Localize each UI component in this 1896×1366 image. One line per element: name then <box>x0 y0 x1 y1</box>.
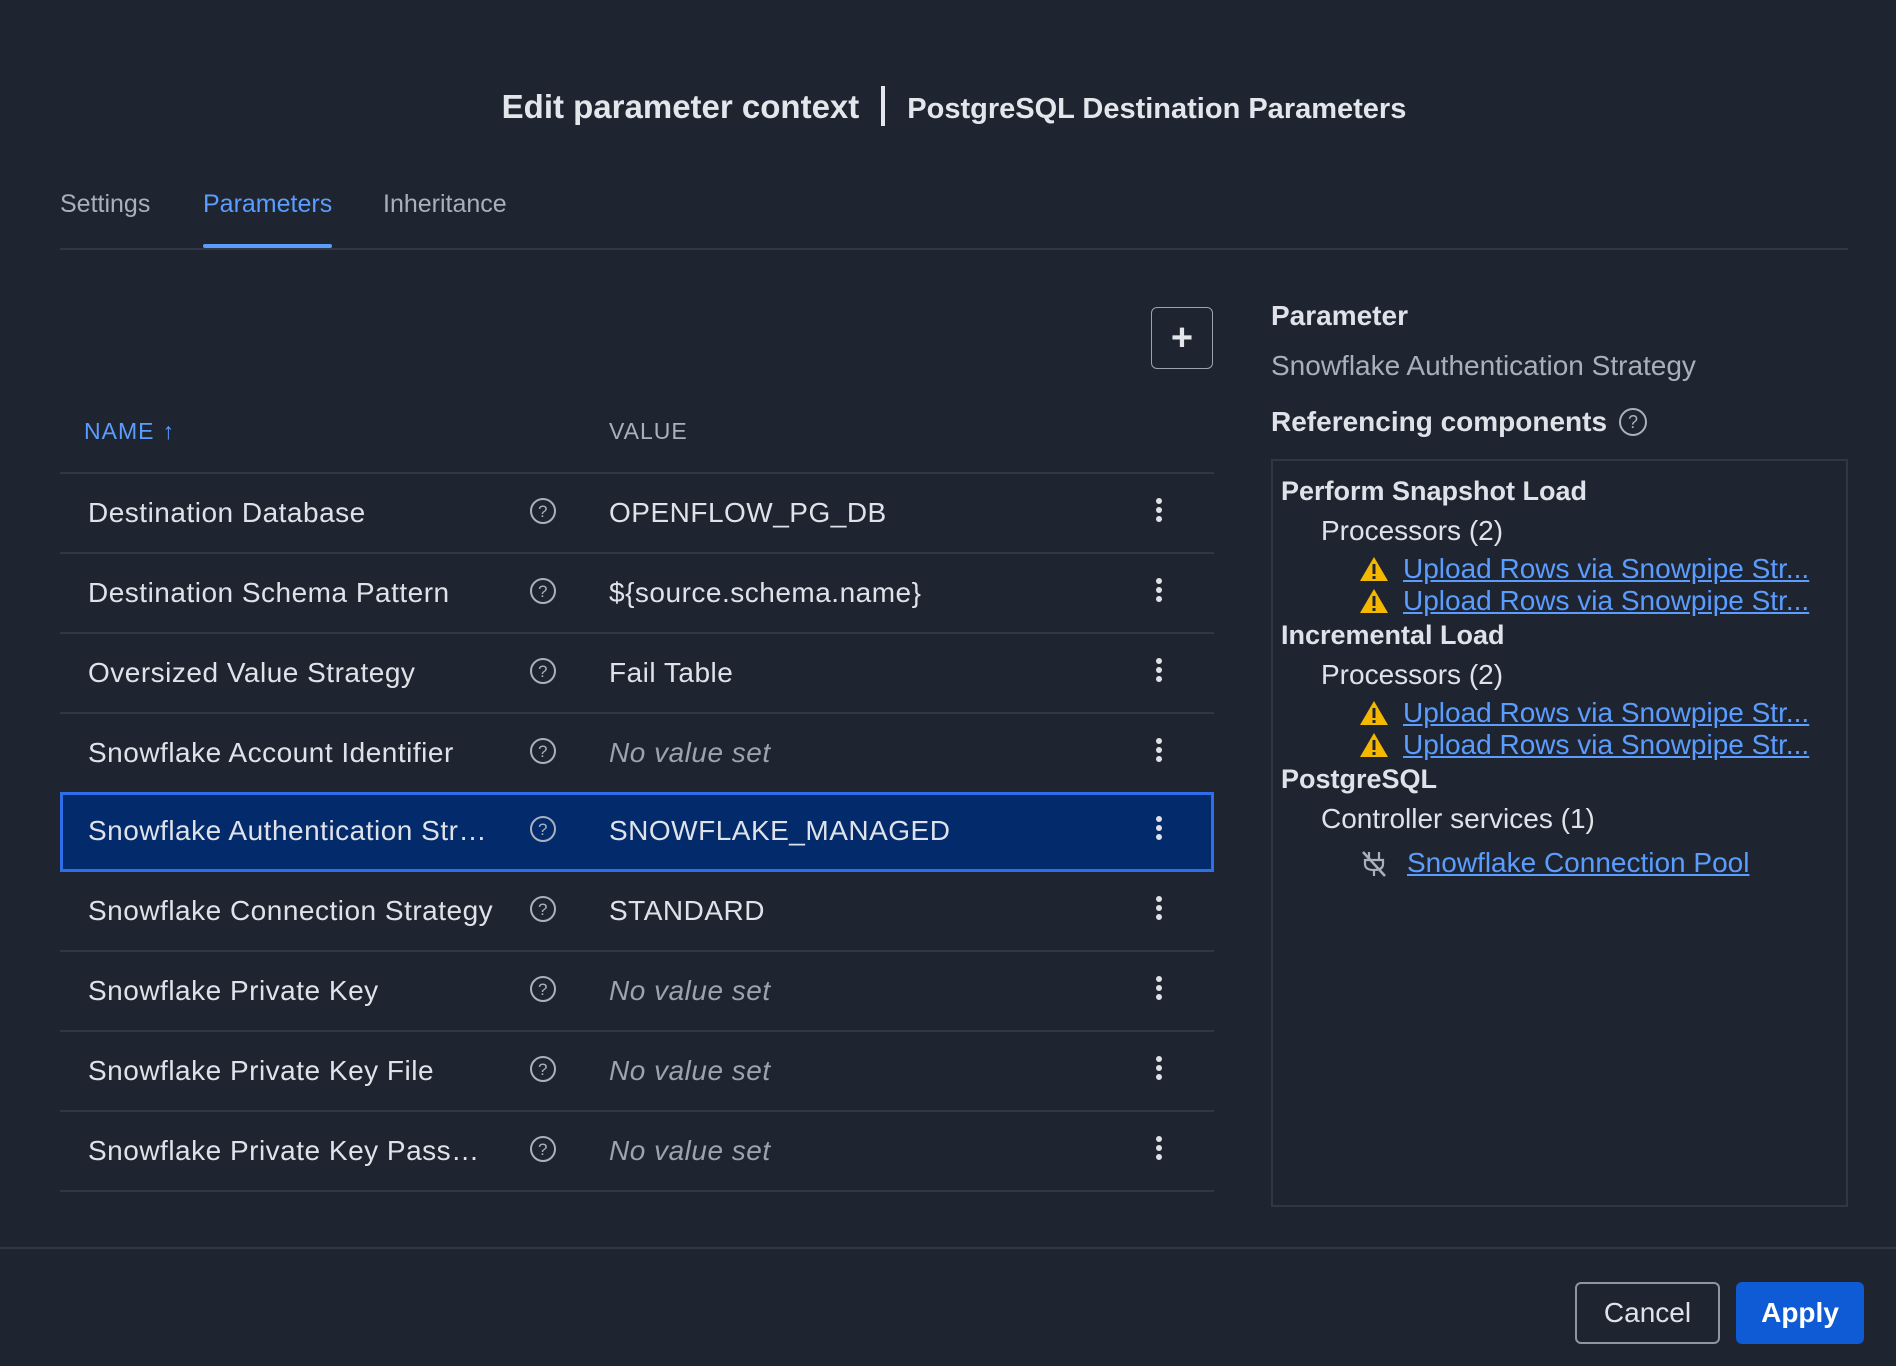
parameter-value-cell: No value set <box>609 1055 771 1086</box>
component-group-name: Perform Snapshot Load <box>1281 476 1588 506</box>
more-options-icon[interactable] <box>1152 894 1166 926</box>
parameter-value-cell: No value set <box>609 975 771 1006</box>
referencing-component-item: Upload Rows via Snowpipe Str... <box>1359 729 1846 761</box>
referencing-component-item: Snowflake Connection Pool <box>1359 841 1846 885</box>
dialog-title: Edit parameter context PostgreSQL Destina… <box>0 86 1896 126</box>
help-icon[interactable]: ? <box>530 896 556 922</box>
parameter-value-cell: ${source.schema.name} <box>609 577 922 608</box>
context-name: PostgreSQL Destination Parameters <box>907 93 1407 125</box>
disabled-service-icon <box>1362 851 1386 877</box>
more-options-icon[interactable] <box>1152 656 1166 688</box>
component-link[interactable]: Snowflake Connection Pool <box>1407 847 1832 879</box>
more-options-icon[interactable] <box>1152 814 1166 846</box>
more-options-icon[interactable] <box>1152 1054 1166 1086</box>
component-link[interactable]: Upload Rows via Snowpipe Str... <box>1403 553 1828 585</box>
help-icon[interactable]: ? <box>530 1056 556 1082</box>
referencing-components-heading: Referencing components ? <box>1271 406 1849 438</box>
table-row[interactable]: Destination Schema Pattern? ${source.sche… <box>60 554 1214 634</box>
table-row[interactable]: Snowflake Authentication Stra...? SNOWFLA… <box>60 792 1214 872</box>
component-category: Processors (2) <box>1321 515 1504 546</box>
plus-icon: + <box>1170 316 1194 359</box>
help-icon[interactable]: ? <box>1619 408 1648 436</box>
warning-icon <box>1360 701 1388 725</box>
column-header-name[interactable]: NAME ↑ <box>84 418 175 445</box>
parameter-name-cell: Snowflake Connection Strategy <box>88 895 494 926</box>
more-options-icon[interactable] <box>1152 576 1166 608</box>
help-icon[interactable]: ? <box>530 658 556 684</box>
parameter-name-cell: Snowflake Authentication Stra... <box>88 815 498 846</box>
component-group-name: PostgreSQL <box>1281 764 1438 794</box>
parameter-name-cell: Destination Schema Pattern <box>88 577 450 608</box>
more-options-icon[interactable] <box>1152 496 1166 528</box>
tab-inheritance[interactable]: Inheritance <box>383 190 507 246</box>
referencing-component-item: Upload Rows via Snowpipe Str... <box>1359 585 1846 617</box>
parameter-name-cell: Snowflake Account Identifier <box>88 737 454 768</box>
component-group-name: Incremental Load <box>1281 620 1505 650</box>
component-link[interactable]: Upload Rows via Snowpipe Str... <box>1403 697 1828 729</box>
component-link[interactable]: Upload Rows via Snowpipe Str... <box>1403 585 1828 617</box>
tab-settings[interactable]: Settings <box>60 190 150 246</box>
table-row[interactable]: Snowflake Connection Strategy? STANDARD <box>60 872 1214 952</box>
help-icon[interactable]: ? <box>530 498 556 524</box>
footer-divider <box>0 1247 1896 1249</box>
warning-icon <box>1360 733 1388 757</box>
table-header: NAME ↑ VALUE <box>60 400 1214 474</box>
parameter-name: Snowflake Authentication Strategy <box>1271 350 1696 381</box>
parameter-value-cell: Fail Table <box>609 657 734 688</box>
help-icon[interactable]: ? <box>530 816 556 842</box>
more-options-icon[interactable] <box>1152 736 1166 768</box>
parameter-value-cell: SNOWFLAKE_MANAGED <box>609 815 951 846</box>
component-category: Processors (2) <box>1321 659 1504 690</box>
more-options-icon[interactable] <box>1152 1134 1166 1166</box>
referencing-component-item: Upload Rows via Snowpipe Str... <box>1359 697 1846 729</box>
column-header-value: VALUE <box>609 418 688 444</box>
column-name-label: NAME <box>84 418 155 444</box>
parameter-details: Parameter Snowflake Authentication Strat… <box>1271 300 1849 438</box>
title-separator <box>881 86 886 126</box>
parameter-name-cell: Snowflake Private Key <box>88 975 379 1006</box>
parameter-value-cell: OPENFLOW_PG_DB <box>609 497 887 528</box>
parameter-name-cell: Snowflake Private Key Passwo... <box>88 1135 498 1166</box>
table-row[interactable]: Snowflake Account Identifier? No value se… <box>60 714 1214 794</box>
tab-bar: Settings Parameters Inheritance <box>60 190 1848 250</box>
help-icon[interactable]: ? <box>530 738 556 764</box>
add-parameter-button[interactable]: + <box>1151 307 1213 369</box>
help-icon[interactable]: ? <box>530 578 556 604</box>
parameter-value-cell: STANDARD <box>609 895 765 926</box>
parameters-table: NAME ↑ VALUE Destination Database? OPENFLO… <box>60 400 1214 1192</box>
parameter-name-cell: Destination Database <box>88 497 366 528</box>
table-row[interactable]: Destination Database? OPENFLOW_PG_DB <box>60 474 1214 554</box>
dialog-title-text: Edit parameter context <box>501 88 860 125</box>
parameter-name-cell: Oversized Value Strategy <box>88 657 416 688</box>
parameter-value-cell: No value set <box>609 1135 771 1166</box>
cancel-button[interactable]: Cancel <box>1575 1282 1720 1344</box>
referencing-component-item: Upload Rows via Snowpipe Str... <box>1359 553 1846 585</box>
more-options-icon[interactable] <box>1152 974 1166 1006</box>
referencing-heading-text: Referencing components <box>1271 406 1608 437</box>
parameter-value-cell: No value set <box>609 737 771 768</box>
table-row[interactable]: Snowflake Private Key Passwo...? No value… <box>60 1112 1214 1192</box>
parameter-heading: Parameter <box>1271 300 1408 331</box>
referencing-components-list: Perform Snapshot Load Processors (2) Uploa… <box>1271 459 1848 1207</box>
table-row[interactable]: Snowflake Private Key File? No value set <box>60 1032 1214 1112</box>
table-row[interactable]: Snowflake Private Key? No value set <box>60 952 1214 1032</box>
table-row[interactable]: Oversized Value Strategy? Fail Table <box>60 634 1214 714</box>
tab-parameters[interactable]: Parameters <box>203 190 333 248</box>
help-icon[interactable]: ? <box>530 976 556 1002</box>
apply-button[interactable]: Apply <box>1736 1282 1864 1344</box>
warning-icon <box>1360 557 1388 581</box>
help-icon[interactable]: ? <box>530 1136 556 1162</box>
parameter-name-cell: Snowflake Private Key File <box>88 1055 435 1086</box>
component-category: Controller services (1) <box>1321 803 1595 834</box>
component-link[interactable]: Upload Rows via Snowpipe Str... <box>1403 729 1828 761</box>
arrow-up-icon: ↑ <box>162 418 175 444</box>
warning-icon <box>1360 589 1388 613</box>
